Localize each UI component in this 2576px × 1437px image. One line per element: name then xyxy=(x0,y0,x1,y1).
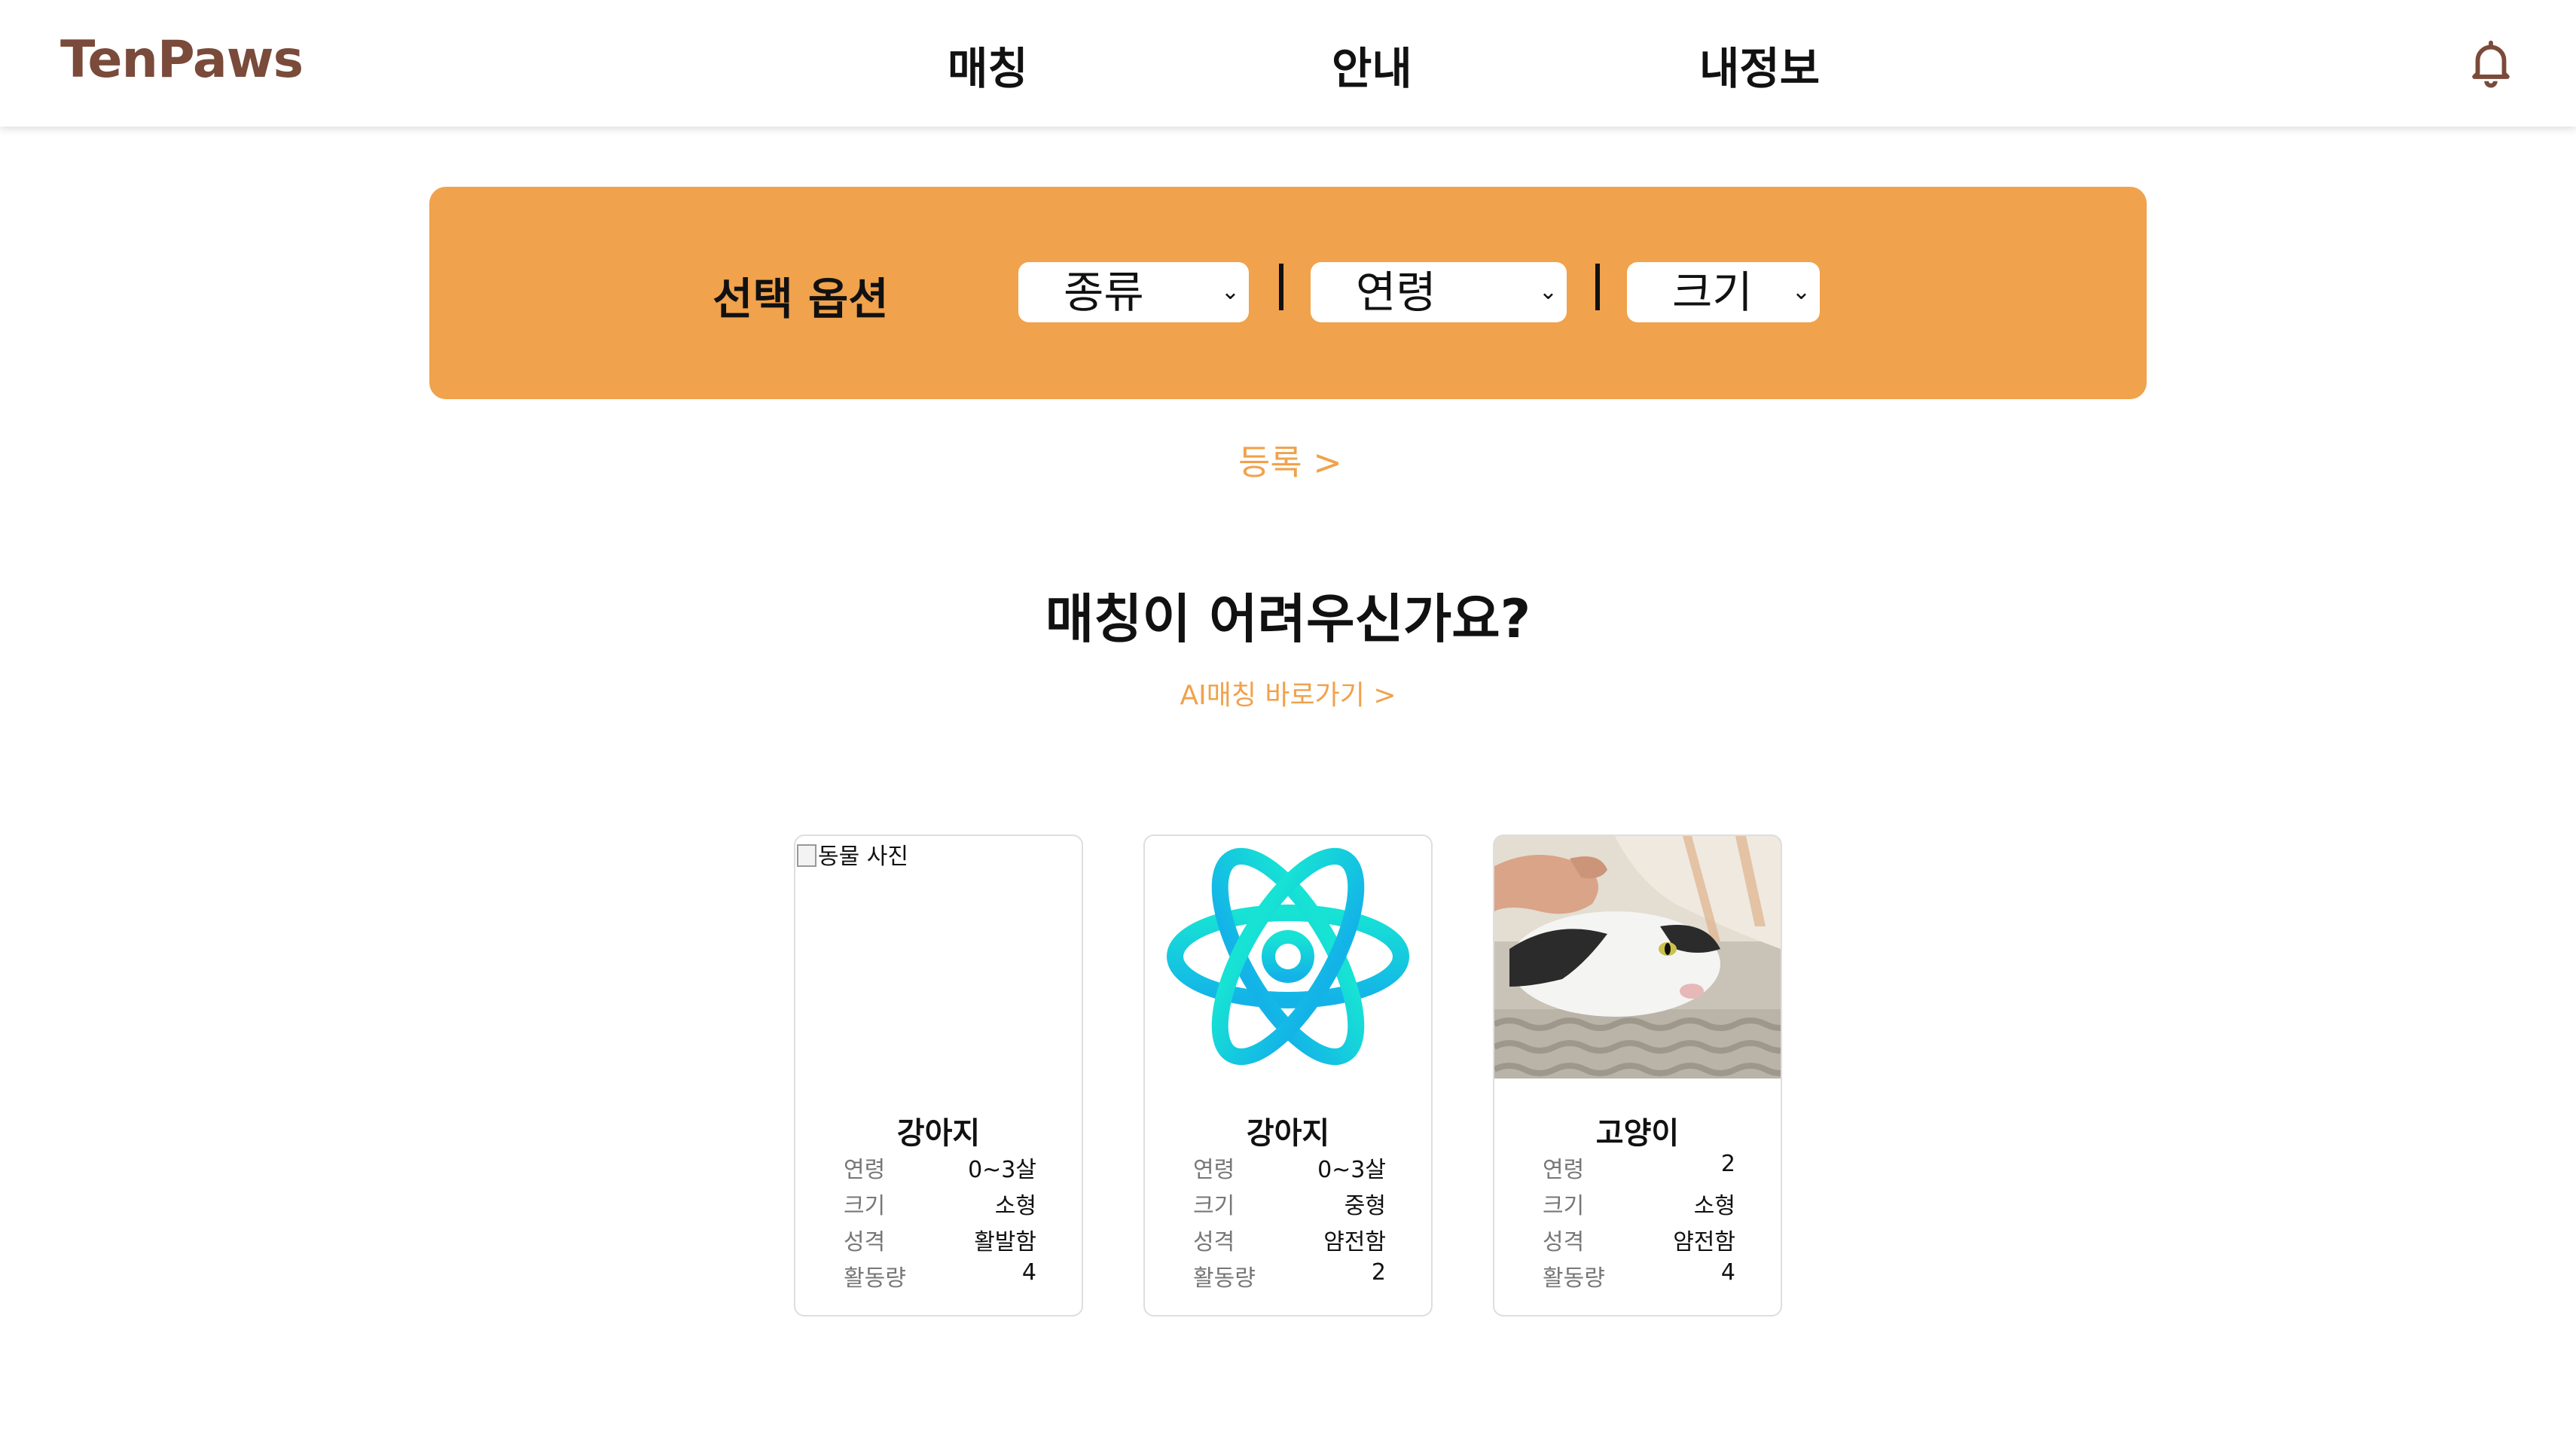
chevron-down-icon: ⌄ xyxy=(1220,279,1240,305)
species-select[interactable]: 종류 ⌄ xyxy=(1018,262,1249,322)
attr-label: 성격 xyxy=(844,1229,886,1255)
attr-value: 중형 xyxy=(1344,1193,1386,1219)
attr-value: 소형 xyxy=(994,1193,1036,1219)
attr-label: 크기 xyxy=(844,1193,886,1219)
attr-row-age: 연령 0~3살 xyxy=(844,1151,1036,1187)
attr-value: 얌전함 xyxy=(1323,1229,1386,1255)
attr-row-activity: 활동량 2 xyxy=(1193,1259,1386,1295)
attr-row-activity: 활동량 4 xyxy=(1543,1259,1735,1295)
nav-matching[interactable]: 매칭 xyxy=(948,33,1028,96)
attr-row-age: 연령 2 xyxy=(1543,1151,1735,1187)
attr-value: 얌전함 xyxy=(1673,1229,1735,1255)
chevron-down-icon: ⌄ xyxy=(1791,279,1811,305)
filter-title: 선택 옵션 xyxy=(713,273,889,325)
animal-species: 강아지 xyxy=(1246,1116,1330,1151)
attr-value: 4 xyxy=(1021,1259,1036,1286)
animal-species: 강아지 xyxy=(896,1116,981,1151)
chevron-down-icon: ⌄ xyxy=(1538,279,1558,305)
age-select-value: 연령 xyxy=(1356,267,1436,318)
attr-value: 2 xyxy=(1371,1259,1386,1286)
attr-label: 크기 xyxy=(1193,1193,1235,1219)
attr-value: 2 xyxy=(1720,1151,1735,1177)
attr-value: 활발함 xyxy=(974,1229,1036,1255)
attr-row-personality: 성격 얌전함 xyxy=(1193,1223,1386,1259)
attr-label: 크기 xyxy=(1543,1193,1585,1219)
matching-help-heading: 매칭이 어려우신가요? xyxy=(1045,588,1531,650)
age-select[interactable]: 연령 ⌄ xyxy=(1311,262,1567,322)
attr-label: 활동량 xyxy=(1193,1265,1256,1292)
nav-guide[interactable]: 안내 xyxy=(1332,33,1412,96)
nav-my-info[interactable]: 내정보 xyxy=(1699,33,1820,96)
attr-value: 4 xyxy=(1720,1259,1735,1286)
cat-photo xyxy=(1494,836,1781,1079)
ai-matching-link[interactable]: AI매칭 바로가기 > xyxy=(0,673,2576,712)
size-select-value: 크기 xyxy=(1672,267,1753,318)
attr-label: 연령 xyxy=(1193,1157,1235,1183)
attr-row-activity: 활동량 4 xyxy=(844,1259,1036,1295)
species-select-value: 종류 xyxy=(1064,267,1144,318)
attr-label: 성격 xyxy=(1193,1229,1235,1255)
attr-label: 활동량 xyxy=(1543,1265,1605,1292)
attr-row-age: 연령 0~3살 xyxy=(1193,1151,1386,1187)
attr-value: 소형 xyxy=(1693,1193,1735,1219)
animal-card[interactable]: 고양이 연령 2 크기 소형 성격 얌전함 활동량 4 xyxy=(1493,834,1782,1316)
animal-photo-broken: 동물 사진 xyxy=(795,836,1082,1079)
attr-label: 활동량 xyxy=(844,1265,906,1292)
attr-label: 연령 xyxy=(1543,1157,1585,1183)
attr-row-size: 크기 소형 xyxy=(844,1187,1036,1223)
top-navbar: TenPaws 매칭 안내 내정보 xyxy=(0,0,2576,127)
animal-card[interactable]: 동물 사진 강아지 연령 0~3살 크기 소형 성격 활발함 활동량 4 xyxy=(794,834,1083,1316)
attr-row-personality: 성격 얌전함 xyxy=(1543,1223,1735,1259)
react-logo-icon xyxy=(1145,836,1431,1079)
animal-species: 고양이 xyxy=(1595,1116,1680,1151)
broken-image-icon xyxy=(797,844,816,867)
bell-icon[interactable] xyxy=(2465,36,2517,89)
attr-label: 성격 xyxy=(1543,1229,1585,1255)
image-alt-text: 동물 사진 xyxy=(818,844,908,870)
register-link[interactable]: 등록 > xyxy=(1238,435,1342,485)
attr-row-size: 크기 소형 xyxy=(1543,1187,1735,1223)
attr-row-size: 크기 중형 xyxy=(1193,1187,1386,1223)
attr-label: 연령 xyxy=(844,1157,886,1183)
broken-image-alt: 동물 사진 xyxy=(797,837,908,871)
filter-panel: 선택 옵션 종류 ⌄ 연령 ⌄ 크기 ⌄ xyxy=(429,187,2147,399)
filter-divider xyxy=(1279,264,1283,310)
size-select[interactable]: 크기 ⌄ xyxy=(1627,262,1820,322)
attr-value: 0~3살 xyxy=(1317,1157,1386,1183)
filter-divider xyxy=(1595,264,1600,310)
app-logo[interactable]: TenPaws xyxy=(60,30,304,90)
attr-value: 0~3살 xyxy=(968,1157,1036,1183)
animal-card[interactable]: 강아지 연령 0~3살 크기 중형 성격 얌전함 활동량 2 xyxy=(1143,834,1433,1316)
attr-row-personality: 성격 활발함 xyxy=(844,1223,1036,1259)
